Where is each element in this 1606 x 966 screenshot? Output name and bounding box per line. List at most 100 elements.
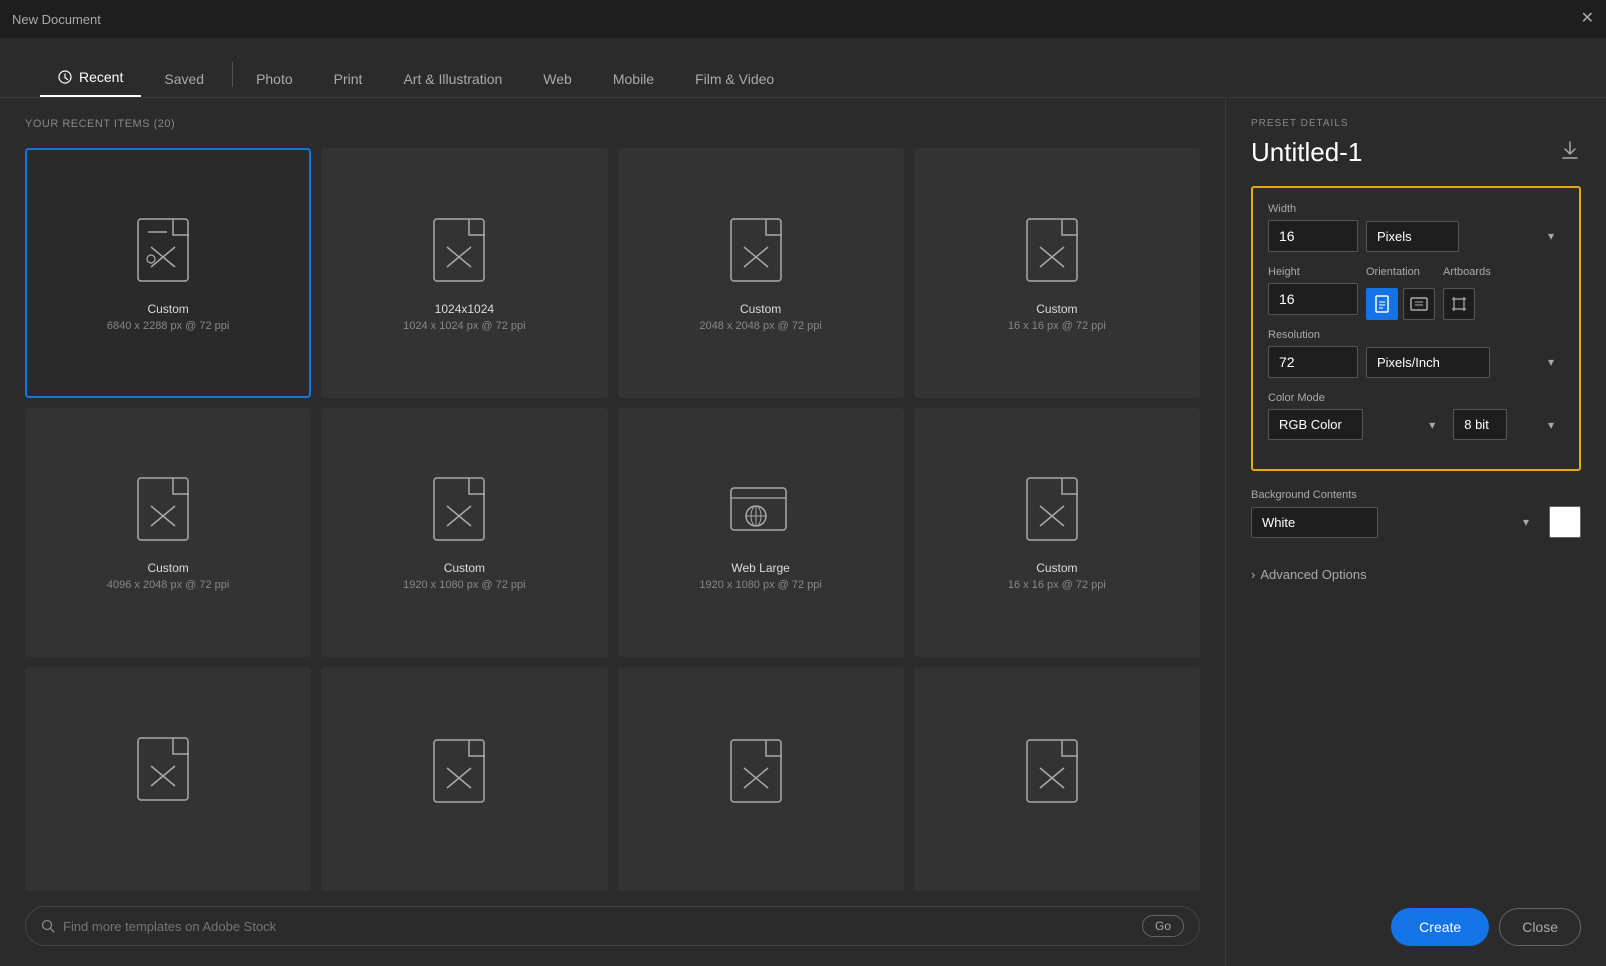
window-title: New Document <box>12 12 101 27</box>
tab-art-label: Art & Illustration <box>403 71 502 87</box>
search-bar: Go <box>25 906 1200 946</box>
template-name-4: Custom <box>1036 302 1077 316</box>
artboards-label: Artboards <box>1443 266 1491 278</box>
preset-title: Untitled-1 <box>1251 137 1362 168</box>
resolution-label: Resolution <box>1268 329 1564 341</box>
document-icon-9 <box>133 736 203 821</box>
landscape-button[interactable] <box>1403 288 1435 320</box>
template-card-4[interactable]: Custom 16 x 16 px @ 72 ppi <box>914 148 1200 398</box>
height-input[interactable] <box>1268 283 1358 315</box>
preset-label: PRESET DETAILS <box>1251 118 1581 129</box>
color-mode-select[interactable]: RGB Color CMYK Color Grayscale <box>1268 409 1363 440</box>
tab-photo-label: Photo <box>256 71 293 87</box>
orientation-label: Orientation <box>1366 266 1435 278</box>
template-name-2: 1024x1024 <box>435 302 494 316</box>
nav-divider <box>232 62 233 87</box>
tab-web-label: Web <box>543 71 572 87</box>
document-icon-12 <box>1022 738 1092 823</box>
window-close-button[interactable]: ✕ <box>1581 11 1594 27</box>
template-name-5: Custom <box>147 561 188 575</box>
template-name-6: Custom <box>444 561 485 575</box>
artboards-section: Artboards <box>1443 266 1491 320</box>
portrait-icon <box>1374 295 1390 313</box>
document-icon-8 <box>1022 476 1092 561</box>
template-card-6[interactable]: Custom 1920 x 1080 px @ 72 ppi <box>321 408 607 658</box>
template-card-2[interactable]: 1024x1024 1024 x 1024 px @ 72 ppi <box>321 148 607 398</box>
create-button[interactable]: Create <box>1391 908 1489 946</box>
left-panel: YOUR RECENT ITEMS (20) Custom 6840 x 228… <box>0 98 1226 966</box>
advanced-options[interactable]: › Advanced Options <box>1251 567 1581 582</box>
height-orientation-row: Height Orientation <box>1268 266 1564 329</box>
tab-web[interactable]: Web <box>525 61 590 97</box>
search-icon <box>41 919 55 933</box>
templates-grid: Custom 6840 x 2288 px @ 72 ppi 1024x1024… <box>25 148 1200 891</box>
main-content: YOUR RECENT ITEMS (20) Custom 6840 x 228… <box>0 98 1606 966</box>
document-icon-2 <box>429 217 499 302</box>
tab-art[interactable]: Art & Illustration <box>385 61 520 97</box>
resolution-field-group: Resolution Pixels/Inch Pixels/Centimeter <box>1268 329 1564 378</box>
tab-mobile-label: Mobile <box>613 71 654 87</box>
artboard-button[interactable] <box>1443 288 1475 320</box>
preset-details-box: Width Pixels Inches Centimeters <box>1251 186 1581 471</box>
tab-film[interactable]: Film & Video <box>677 61 792 97</box>
document-icon-10 <box>429 738 499 823</box>
document-icon-5 <box>133 476 203 561</box>
width-input[interactable] <box>1268 220 1358 252</box>
tab-mobile[interactable]: Mobile <box>595 61 672 97</box>
width-label: Width <box>1268 203 1564 215</box>
template-card-9[interactable] <box>25 667 311 891</box>
document-icon-3 <box>726 217 796 302</box>
tab-print[interactable]: Print <box>316 61 381 97</box>
document-icon-4 <box>1022 217 1092 302</box>
background-color-swatch[interactable] <box>1549 506 1581 538</box>
background-contents-select[interactable]: White Black Background Color Transparent <box>1251 507 1378 538</box>
template-card-11[interactable] <box>618 667 904 891</box>
portrait-button[interactable] <box>1366 288 1398 320</box>
template-name-7: Web Large <box>731 561 789 575</box>
template-card-5[interactable]: Custom 4096 x 2048 px @ 72 ppi <box>25 408 311 658</box>
template-card-12[interactable] <box>914 667 1200 891</box>
width-unit-select[interactable]: Pixels Inches Centimeters <box>1366 221 1459 252</box>
template-card-8[interactable]: Custom 16 x 16 px @ 72 ppi <box>914 408 1200 658</box>
template-card-10[interactable] <box>321 667 607 891</box>
close-button[interactable]: Close <box>1499 908 1581 946</box>
document-icon-6 <box>429 476 499 561</box>
advanced-options-label: Advanced Options <box>1260 567 1366 582</box>
tab-recent-label: Recent <box>79 69 123 85</box>
color-mode-field-group: Color Mode RGB Color CMYK Color Grayscal… <box>1268 392 1564 440</box>
preset-title-row: Untitled-1 <box>1251 137 1581 168</box>
template-name-3: Custom <box>740 302 781 316</box>
template-card-7[interactable]: Web Large 1920 x 1080 px @ 72 ppi <box>618 408 904 658</box>
template-card-3[interactable]: Custom 2048 x 2048 px @ 72 ppi <box>618 148 904 398</box>
document-icon-11 <box>726 738 796 823</box>
landscape-icon <box>1410 296 1428 312</box>
section-title: YOUR RECENT ITEMS (20) <box>25 118 1200 130</box>
resolution-input[interactable] <box>1268 346 1358 378</box>
clock-icon <box>58 70 72 84</box>
document-icon-7 <box>726 476 796 561</box>
download-icon <box>1559 139 1581 161</box>
tab-saved[interactable]: Saved <box>146 61 222 97</box>
nav-bar: Recent Saved Photo Print Art & Illustrat… <box>0 38 1606 98</box>
width-field-group: Width Pixels Inches Centimeters <box>1268 203 1564 252</box>
save-preset-icon[interactable] <box>1559 139 1581 166</box>
template-name-1: Custom <box>147 302 188 316</box>
template-size-2: 1024 x 1024 px @ 72 ppi <box>403 320 525 332</box>
tab-saved-label: Saved <box>164 71 204 87</box>
template-size-3: 2048 x 2048 px @ 72 ppi <box>699 320 821 332</box>
resolution-unit-select[interactable]: Pixels/Inch Pixels/Centimeter <box>1366 347 1490 378</box>
background-contents-group: Background Contents White Black Backgrou… <box>1251 489 1581 538</box>
go-button[interactable]: Go <box>1142 915 1184 937</box>
template-size-5: 4096 x 2048 px @ 72 ppi <box>107 579 229 591</box>
document-icon-1 <box>133 217 203 302</box>
tab-recent[interactable]: Recent <box>40 59 141 97</box>
tab-photo[interactable]: Photo <box>238 61 311 97</box>
new-document-window: New Document ✕ Recent Saved Photo Print … <box>0 0 1606 966</box>
template-size-8: 16 x 16 px @ 72 ppi <box>1008 579 1106 591</box>
search-input[interactable] <box>63 919 1134 934</box>
template-card-1[interactable]: Custom 6840 x 2288 px @ 72 ppi <box>25 148 311 398</box>
chevron-right-icon: › <box>1251 567 1255 582</box>
template-size-6: 1920 x 1080 px @ 72 ppi <box>403 579 525 591</box>
template-size-1: 6840 x 2288 px @ 72 ppi <box>107 320 229 332</box>
bit-depth-select[interactable]: 8 bit 16 bit 32 bit <box>1453 409 1507 440</box>
